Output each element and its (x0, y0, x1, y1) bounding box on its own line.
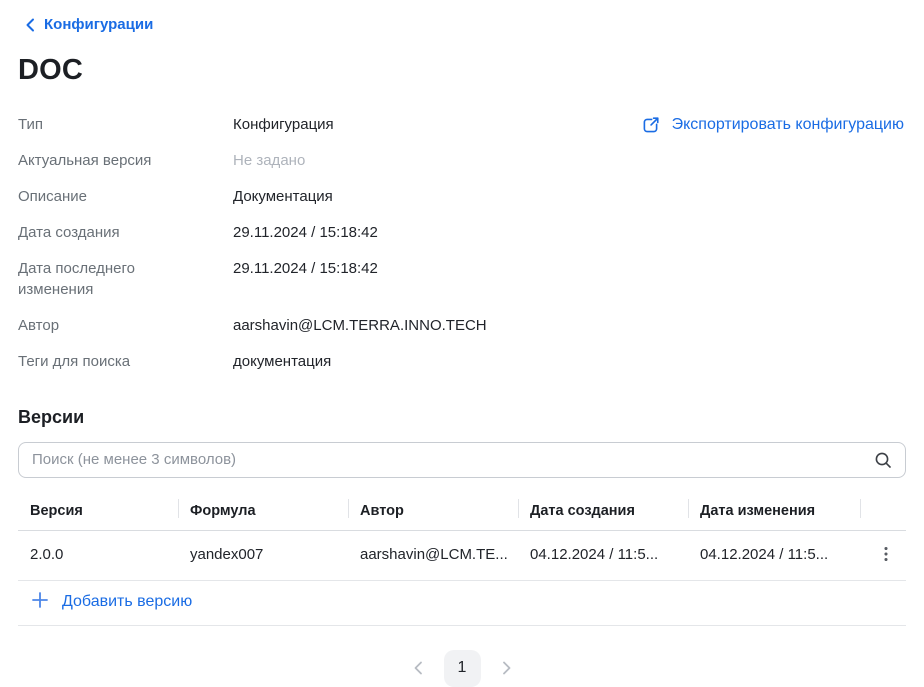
column-header-modified: Дата изменения (688, 495, 860, 531)
detail-value: Не задано (233, 150, 613, 171)
cell-formula: yandex007 (178, 530, 348, 580)
detail-label: Теги для поиска (18, 351, 168, 372)
column-header-author: Автор (348, 495, 518, 531)
chevron-right-icon (501, 664, 513, 679)
detail-row-created-date: Дата создания 29.11.2024 / 15:18:42 (18, 215, 906, 251)
table-row[interactable]: 2.0.0 yandex007 aarshavin@LCM.TE... 04.1… (18, 530, 906, 580)
details-section: Экспортировать конфигурацию Тип Конфигур… (18, 107, 906, 380)
export-button-label: Экспортировать конфигурацию (672, 116, 904, 134)
detail-value: aarshavin@LCM.TERRA.INNO.TECH (233, 315, 613, 336)
add-version-row: Добавить версию (18, 581, 906, 626)
detail-value: Документация (233, 186, 613, 207)
detail-row-author: Автор aarshavin@LCM.TERRA.INNO.TECH (18, 308, 906, 344)
versions-section-heading: Версии (18, 407, 906, 428)
column-header-formula: Формула (178, 495, 348, 531)
add-version-label: Добавить версию (62, 593, 192, 611)
cell-actions (860, 530, 906, 580)
column-header-version: Версия (18, 495, 178, 531)
column-header-created: Дата создания (518, 495, 688, 531)
detail-row-search-tags: Теги для поиска документация (18, 344, 906, 380)
back-link-label: Конфигурации (44, 16, 153, 33)
search-input[interactable] (18, 442, 906, 478)
export-icon (640, 115, 661, 136)
page-title: DOC (18, 54, 906, 87)
cell-modified: 04.12.2024 / 11:5... (688, 530, 860, 580)
back-link[interactable]: Конфигурации (25, 16, 153, 33)
pagination-next-button[interactable] (495, 654, 519, 682)
detail-value: документация (233, 351, 613, 372)
detail-value: 29.11.2024 / 15:18:42 (233, 258, 613, 279)
pagination-prev-button[interactable] (406, 654, 430, 682)
detail-label: Дата создания (18, 222, 168, 243)
detail-label: Дата последнего изменения (18, 258, 168, 300)
chevron-left-icon (25, 18, 35, 32)
versions-table: Версия Формула Автор Дата создания Дата … (18, 495, 906, 581)
pagination-page-1[interactable]: 1 (444, 650, 481, 687)
detail-row-modified-date: Дата последнего изменения 29.11.2024 / 1… (18, 251, 906, 308)
row-menu-button[interactable] (872, 543, 900, 565)
plus-icon (31, 591, 49, 614)
versions-search (18, 442, 906, 478)
detail-label: Тип (18, 114, 168, 135)
detail-label: Актуальная версия (18, 150, 168, 171)
pagination: 1 (18, 650, 906, 687)
detail-row-description: Описание Документация (18, 179, 906, 215)
detail-value: Конфигурация (233, 114, 613, 135)
versions-table-header-row: Версия Формула Автор Дата создания Дата … (18, 495, 906, 531)
chevron-left-icon (412, 664, 424, 679)
cell-created: 04.12.2024 / 11:5... (518, 530, 688, 580)
search-icon[interactable] (873, 450, 893, 475)
cell-author: aarshavin@LCM.TE... (348, 530, 518, 580)
cell-version: 2.0.0 (18, 530, 178, 580)
add-version-button[interactable]: Добавить версию (18, 581, 192, 625)
detail-row-actual-version: Актуальная версия Не задано (18, 143, 906, 179)
kebab-icon (878, 551, 894, 566)
export-configuration-button[interactable]: Экспортировать конфигурацию (640, 115, 904, 136)
detail-label: Описание (18, 186, 168, 207)
detail-label: Автор (18, 315, 168, 336)
column-header-actions (860, 495, 906, 531)
detail-value: 29.11.2024 / 15:18:42 (233, 222, 613, 243)
